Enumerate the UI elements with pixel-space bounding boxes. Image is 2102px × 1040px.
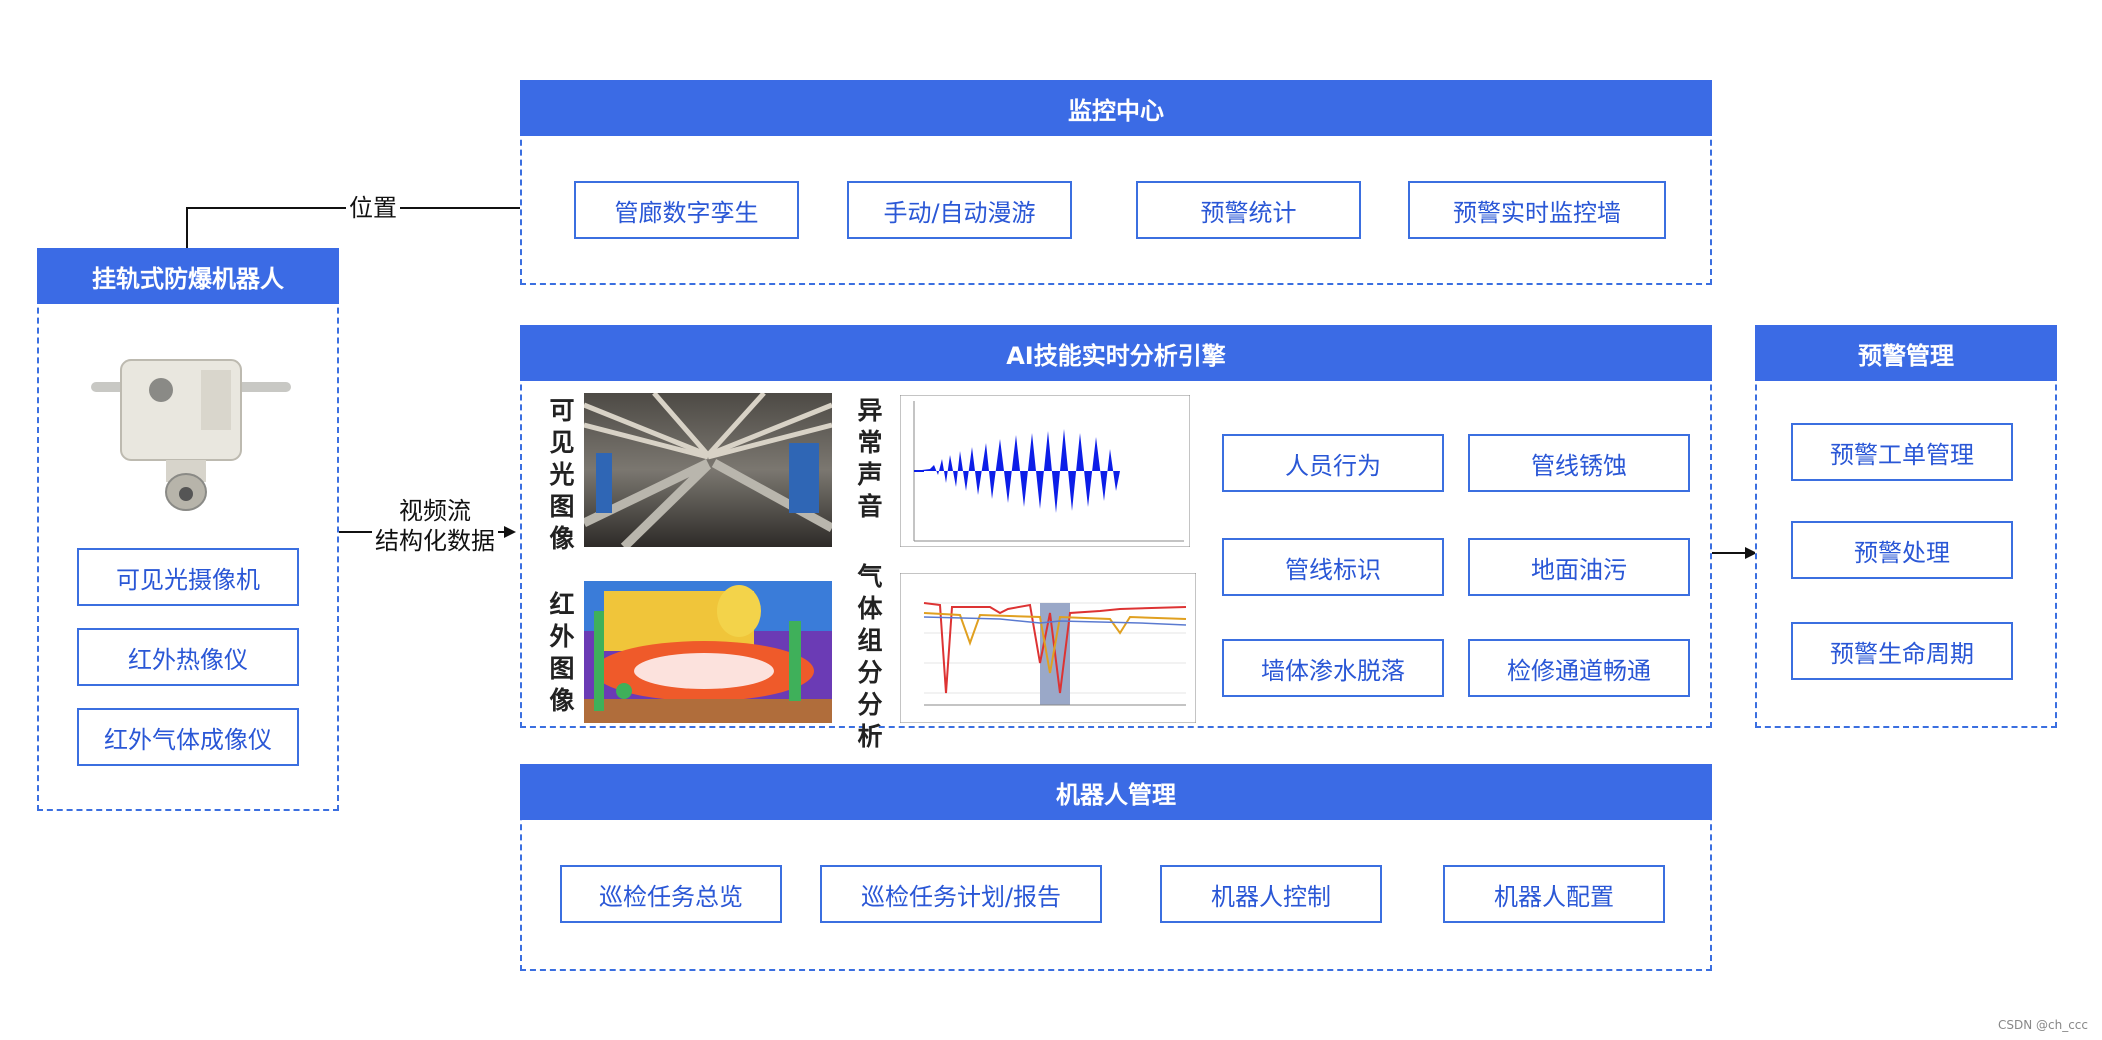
skill-pipe-marking[interactable]: 管线标识 [1222, 538, 1444, 596]
alert-handling[interactable]: 预警处理 [1791, 521, 2013, 579]
robot-config[interactable]: 机器人配置 [1443, 865, 1665, 923]
monitoring-alert-wall[interactable]: 预警实时监控墙 [1408, 181, 1666, 239]
infrared-image-label: 红外图像 [549, 590, 575, 715]
sound-waveform-chart [900, 395, 1190, 547]
device-thermal-imager[interactable]: 红外热像仪 [77, 628, 299, 686]
skill-pipe-corrosion[interactable]: 管线锈蚀 [1468, 434, 1690, 492]
monitoring-digital-twin[interactable]: 管廊数字孪生 [574, 181, 799, 239]
abnormal-sound-label: 异常声音 [857, 396, 883, 521]
alert-work-order[interactable]: 预警工单管理 [1791, 423, 2013, 481]
device-visible-camera[interactable]: 可见光摄像机 [77, 548, 299, 606]
alert-lifecycle[interactable]: 预警生命周期 [1791, 622, 2013, 680]
robot-panel: 挂轨式防爆机器人 可见光摄像机 红外热像仪 红外气体成像仪 [37, 248, 339, 811]
robot-panel-title: 挂轨式防爆机器人 [37, 248, 339, 304]
gas-analysis-label: 气体组分分析 [857, 562, 883, 751]
ai-engine-panel-title: AI技能实时分析引擎 [520, 325, 1712, 381]
stream-label-line2: 结构化数据 [375, 527, 495, 555]
skill-floor-oil[interactable]: 地面油污 [1468, 538, 1690, 596]
monitoring-alert-stats[interactable]: 预警统计 [1136, 181, 1361, 239]
stream-label-line1: 视频流 [399, 497, 471, 525]
ai-engine-panel: AI技能实时分析引擎 可见光图像 红外图像 异常声音 气体组分分析 人员行为 管… [520, 325, 1712, 751]
monitoring-panel: 监控中心 管廊数字孪生 手动/自动漫游 预警统计 预警实时监控墙 [520, 80, 1712, 285]
robot-mgmt-panel: 机器人管理 巡检任务总览 巡检任务计划/报告 机器人控制 机器人配置 [520, 764, 1712, 971]
device-gas-imager[interactable]: 红外气体成像仪 [77, 708, 299, 766]
robot-control[interactable]: 机器人控制 [1160, 865, 1382, 923]
watermark: CSDN @ch_ccc [1997, 1018, 2088, 1032]
alert-panel-title: 预警管理 [1755, 325, 2057, 381]
alert-panel: 预警管理 预警工单管理 预警处理 预警生命周期 [1755, 325, 2057, 728]
monitoring-panel-title: 监控中心 [520, 80, 1712, 136]
robot-image [91, 359, 291, 511]
skill-wall-seepage[interactable]: 墙体渗水脱落 [1222, 639, 1444, 697]
infrared-image [584, 581, 832, 723]
skill-access-clear[interactable]: 检修通道畅通 [1468, 639, 1690, 697]
gas-spectrum-chart [900, 573, 1196, 723]
robot-task-plan-report[interactable]: 巡检任务计划/报告 [820, 865, 1102, 923]
robot-mgmt-panel-title: 机器人管理 [520, 764, 1712, 820]
robot-task-overview[interactable]: 巡检任务总览 [560, 865, 782, 923]
position-label: 位置 [346, 193, 400, 223]
visible-image-label: 可见光图像 [549, 396, 575, 553]
stream-label: 视频流 结构化数据 [372, 496, 498, 556]
monitoring-roaming[interactable]: 手动/自动漫游 [847, 181, 1072, 239]
skill-personnel-behavior[interactable]: 人员行为 [1222, 434, 1444, 492]
visible-light-image [584, 393, 832, 547]
